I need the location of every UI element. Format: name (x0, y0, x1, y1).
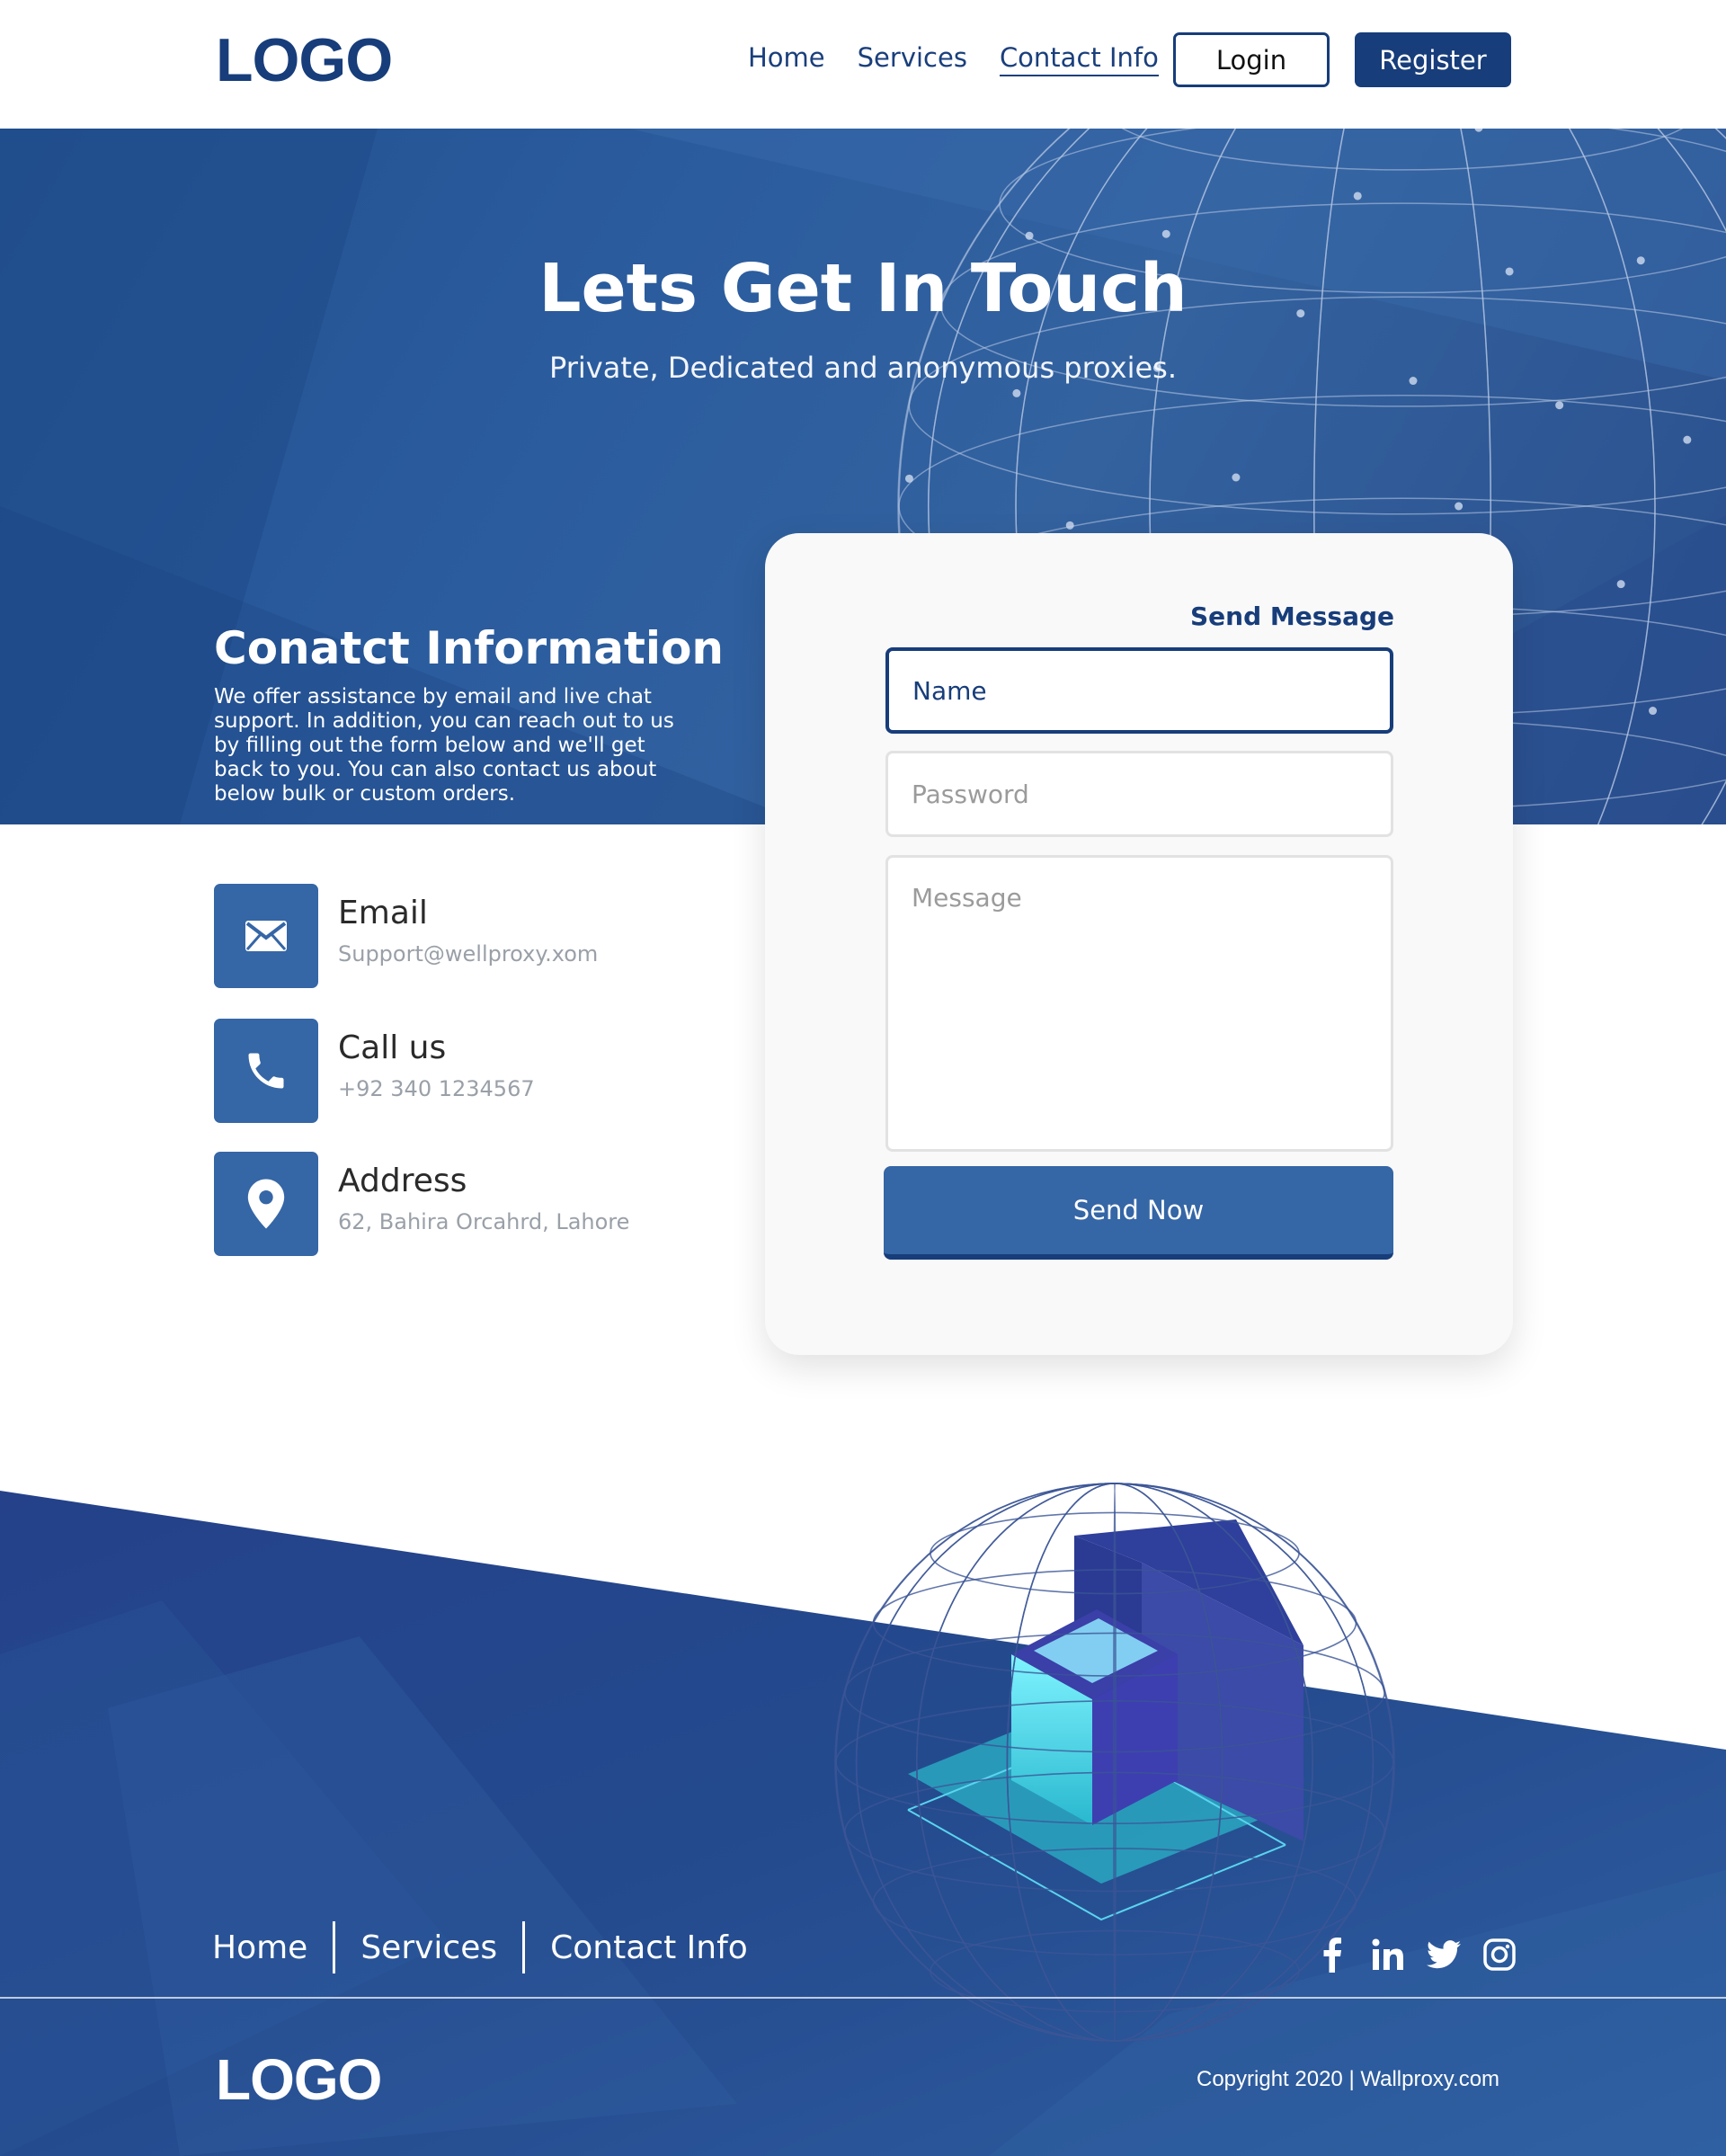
name-input[interactable] (885, 647, 1393, 734)
contact-address: Address 62, Bahira Orcahrd, Lahore (214, 1152, 717, 1256)
message-textarea[interactable] (885, 855, 1393, 1152)
phone-icon (214, 1019, 318, 1123)
footer-home-link[interactable]: Home (212, 1929, 333, 1966)
main-nav: Home Services Contact Info (748, 40, 1159, 76)
location-pin-icon (214, 1152, 318, 1256)
footer-contact-info-link[interactable]: Contact Info (525, 1929, 773, 1966)
contact-info-title: Conatct Information (214, 622, 725, 674)
contact-phone: Call us +92 340 1234567 (214, 1019, 717, 1123)
site-logo[interactable]: LOGO (216, 25, 393, 95)
contact-email: Email Support@wellproxy.xom (214, 884, 717, 988)
email-value[interactable]: Support@wellproxy.xom (338, 941, 598, 967)
nav-contact-info-link[interactable]: Contact Info (999, 40, 1159, 76)
footer-nav: Home Services Contact Info (212, 1920, 773, 1974)
nav-services-link[interactable]: Services (858, 40, 967, 76)
footer-services-link[interactable]: Services (335, 1929, 522, 1966)
login-button[interactable]: Login (1173, 32, 1330, 87)
nav-home-link[interactable]: Home (748, 40, 825, 76)
footer-logo[interactable]: LOGO (216, 2046, 382, 2113)
hero-title: Lets Get In Touch (538, 250, 1188, 327)
contact-info-description: We offer assistance by email and live ch… (214, 685, 674, 806)
send-now-button[interactable]: Send Now (884, 1166, 1393, 1260)
envelope-icon (214, 884, 318, 988)
social-links (1314, 1935, 1517, 1974)
call-us-label: Call us (338, 1029, 447, 1066)
phone-value[interactable]: +92 340 1234567 (338, 1076, 535, 1101)
contact-form-card: Send Message Send Now (765, 533, 1513, 1355)
address-value: 62, Bahira Orcahrd, Lahore (338, 1209, 630, 1234)
linkedin-icon[interactable] (1370, 1935, 1406, 1974)
instagram-icon[interactable] (1481, 1935, 1517, 1974)
address-label: Address (338, 1163, 467, 1199)
form-heading: Send Message (1190, 601, 1394, 631)
site-header: LOGO Home Services Contact Info Login Re… (0, 0, 1726, 129)
register-button[interactable]: Register (1355, 32, 1511, 87)
facebook-icon[interactable] (1314, 1935, 1350, 1974)
twitter-icon[interactable] (1426, 1935, 1462, 1974)
footer-divider (0, 1997, 1726, 1999)
hero-subtitle: Private, Dedicated and anonymous proxies… (548, 351, 1177, 385)
password-input[interactable] (885, 751, 1393, 837)
email-label: Email (338, 895, 428, 931)
copyright-text: Copyright 2020 | Wallproxy.com (1197, 2067, 1500, 2091)
